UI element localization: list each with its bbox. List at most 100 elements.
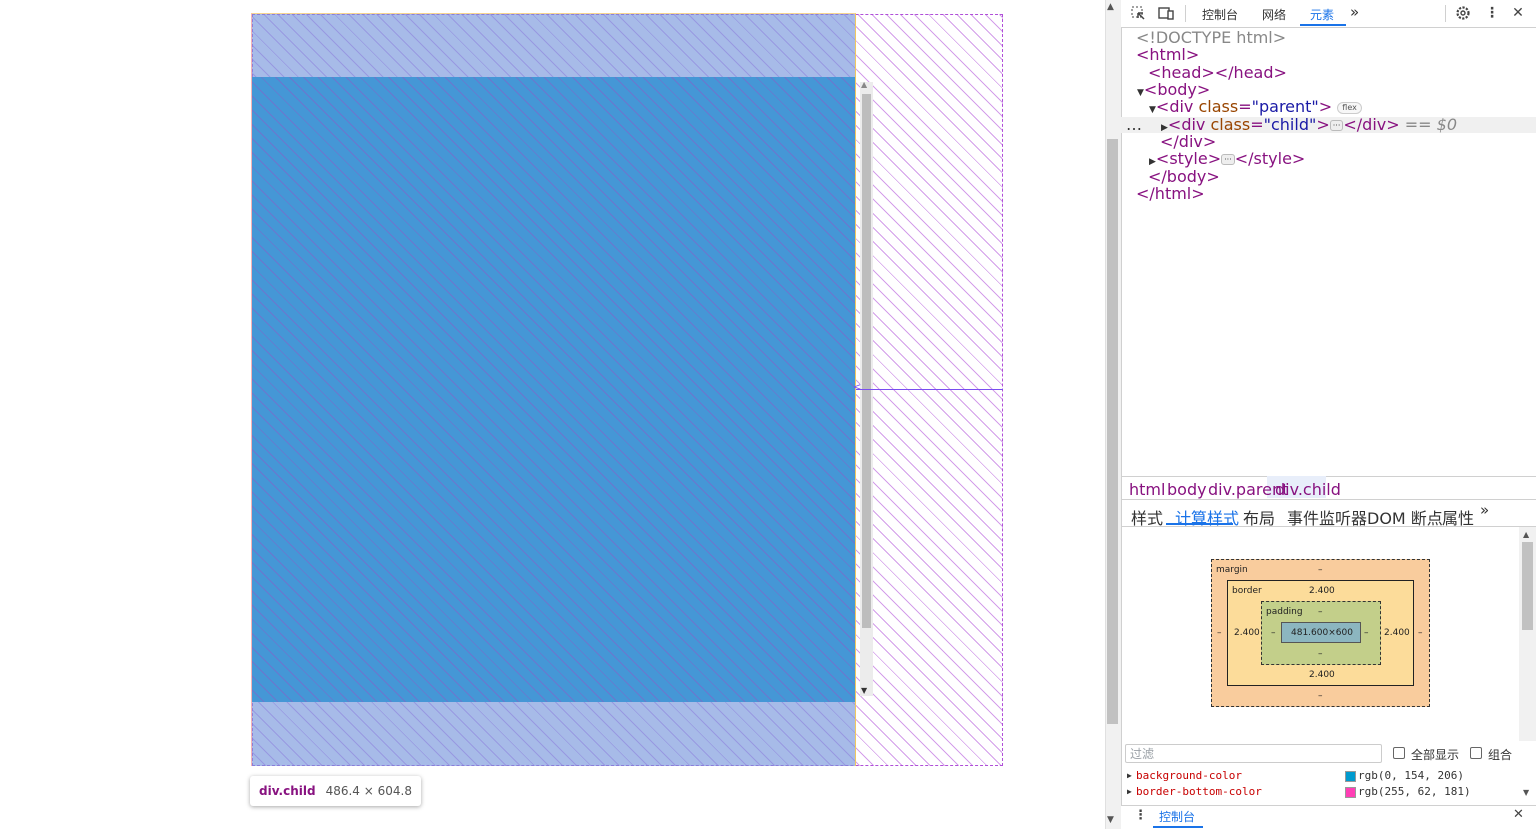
dom-child-close: </div> — [1343, 115, 1400, 134]
toolbar-divider — [1185, 5, 1186, 22]
more-options-icon[interactable]: ⋮ — [1484, 5, 1500, 21]
subtab-event-listeners[interactable]: 事件监听器 — [1287, 505, 1367, 529]
margin-label: margin — [1216, 565, 1248, 575]
breadcrumb-html[interactable]: html — [1129, 480, 1165, 499]
margin-right-value[interactable]: – — [1418, 628, 1423, 638]
filter-input[interactable] — [1125, 744, 1382, 763]
padding-top-value[interactable]: – — [1318, 607, 1323, 617]
padding-right-value[interactable]: – — [1364, 628, 1369, 638]
more-tabs-icon[interactable]: » — [1350, 3, 1359, 21]
computed-scroll-down-arrow-icon[interactable]: ▼ — [1523, 788, 1529, 797]
dom-parent-row[interactable]: ▼<div class="parent"> flex — [1149, 99, 1362, 115]
padding-label: padding — [1266, 607, 1303, 617]
margin-left-value[interactable]: – — [1217, 628, 1222, 638]
device-toolbar-icon[interactable] — [1158, 5, 1174, 21]
child-scrollbar-thumb[interactable] — [862, 94, 871, 628]
dom-body-close[interactable]: </body> — [1148, 169, 1220, 185]
dom-body-row[interactable]: ▼<body> — [1137, 82, 1210, 99]
property-value: rgb(0, 154, 206) — [1358, 769, 1464, 782]
dom-parent-attr: class — [1198, 97, 1239, 116]
subtab-computed[interactable]: 计算样式 — [1175, 505, 1239, 529]
tab-console[interactable]: 控制台 — [1202, 6, 1238, 23]
gear-icon[interactable] — [1455, 5, 1471, 21]
computed-property-row[interactable]: ▶ background-color rgb(0, 154, 206) — [1121, 768, 1519, 784]
color-swatch[interactable] — [1345, 787, 1356, 798]
expand-triangle-icon[interactable]: ▶ — [1127, 784, 1132, 800]
breadcrumb-div-child[interactable]: div.child — [1275, 480, 1341, 499]
dom-child-attr: class — [1210, 115, 1251, 134]
computed-property-row[interactable]: ▶ border-bottom-color rgb(255, 62, 181) — [1121, 784, 1519, 800]
tooltip-element-name: div.child — [259, 784, 316, 798]
dom-style-open: <style> — [1155, 149, 1222, 168]
selected-marker: == $0 — [1404, 115, 1458, 134]
dom-html-open[interactable]: <html> — [1136, 47, 1199, 63]
drawer-tab-console[interactable]: 控制台 — [1159, 808, 1195, 825]
padding-left-value[interactable]: – — [1271, 628, 1276, 638]
subtab-layout[interactable]: 布局 — [1243, 505, 1275, 529]
page-scroll-up-arrow-icon[interactable]: ▲ — [1107, 2, 1114, 12]
property-value: rgb(255, 62, 181) — [1358, 785, 1471, 798]
child-scroll-down-arrow-icon[interactable]: ▼ — [861, 686, 867, 695]
dom-style-close: </style> — [1234, 149, 1306, 168]
subtab-styles[interactable]: 样式 — [1131, 505, 1163, 529]
arrow-left-icon: < — [853, 382, 862, 393]
property-name: border-bottom-color — [1136, 785, 1262, 798]
expand-triangle-icon[interactable]: ▼ — [1149, 105, 1156, 115]
drawer-menu-icon[interactable]: ⋮ — [1134, 808, 1147, 823]
tooltip-caret — [262, 769, 276, 776]
expand-triangle-icon[interactable]: ▼ — [1137, 88, 1144, 98]
collapse-triangle-icon[interactable]: ▶ — [1149, 157, 1156, 167]
drawer-close-icon[interactable]: ✕ — [1513, 807, 1524, 822]
row-dots-icon[interactable]: … — [1126, 117, 1142, 133]
inspect-element-icon[interactable] — [1130, 5, 1146, 21]
more-subtabs-icon[interactable]: » — [1480, 501, 1489, 519]
border-top-value[interactable]: 2.400 — [1309, 586, 1335, 596]
computed-scrollbar-thumb[interactable] — [1522, 542, 1533, 630]
border-bottom-value[interactable]: 2.400 — [1309, 670, 1335, 680]
toolbar-divider — [1445, 5, 1446, 22]
dom-child-val: "child" — [1263, 115, 1317, 134]
color-swatch[interactable] — [1345, 771, 1356, 782]
dom-style-row[interactable]: ▶<style> ··· </style> — [1149, 149, 1306, 168]
expand-triangle-icon[interactable]: ▶ — [1127, 768, 1132, 784]
tab-elements[interactable]: 元素 — [1310, 6, 1334, 23]
show-all-checkbox[interactable] — [1393, 747, 1405, 759]
child-scroll-up-arrow-icon[interactable]: ▲ — [861, 80, 867, 89]
margin-top-value[interactable]: – — [1318, 565, 1323, 575]
tab-elements-underline — [1300, 24, 1346, 26]
ellipsis-badge[interactable]: ··· — [1329, 120, 1344, 131]
flex-free-space-line — [856, 389, 1003, 390]
dom-div-close[interactable]: </div> — [1160, 134, 1216, 150]
property-name: background-color — [1136, 769, 1242, 782]
ellipsis-badge[interactable]: ··· — [1221, 154, 1235, 165]
dom-parent-val: "parent" — [1251, 97, 1319, 116]
border-label: border — [1232, 586, 1262, 596]
border-right-value[interactable]: 2.400 — [1384, 628, 1410, 638]
subtab-properties[interactable]: 属性 — [1442, 505, 1474, 529]
page-scroll-down-arrow-icon[interactable]: ▼ — [1107, 815, 1114, 825]
group-label[interactable]: 组合 — [1488, 746, 1512, 763]
padding-bottom-value[interactable]: – — [1318, 649, 1323, 659]
page-scrollbar-thumb[interactable] — [1107, 139, 1118, 724]
tooltip-element-size: 486.4 × 604.8 — [325, 784, 412, 798]
element-tooltip: div.child 486.4 × 604.8 — [250, 776, 421, 806]
tab-network[interactable]: 网络 — [1262, 6, 1286, 23]
dom-html-close[interactable]: </html> — [1136, 186, 1205, 202]
dom-doctype[interactable]: <!DOCTYPE html> — [1136, 30, 1286, 46]
content-size-value[interactable]: 481.600×600 — [1291, 628, 1353, 638]
drawer-tab-underline — [1153, 826, 1203, 828]
dom-child-row[interactable]: ▶<div class="child"> ··· </div> == $0 — [1161, 115, 1458, 134]
close-icon[interactable]: ✕ — [1510, 5, 1526, 21]
group-checkbox[interactable] — [1470, 747, 1482, 759]
show-all-label[interactable]: 全部显示 — [1411, 746, 1459, 763]
computed-scroll-up-arrow-icon[interactable]: ▲ — [1523, 530, 1529, 539]
flex-badge[interactable]: flex — [1337, 101, 1362, 114]
child-outline — [251, 13, 856, 766]
dom-head[interactable]: <head></head> — [1148, 65, 1287, 81]
border-left-value[interactable]: 2.400 — [1234, 628, 1260, 638]
dom-parent-tag: div — [1169, 97, 1194, 116]
subtab-computed-underline — [1166, 523, 1233, 525]
breadcrumb-body[interactable]: body — [1167, 480, 1207, 499]
subtab-dom-breakpoints[interactable]: DOM 断点 — [1367, 505, 1443, 529]
margin-bottom-value[interactable]: – — [1318, 691, 1323, 701]
